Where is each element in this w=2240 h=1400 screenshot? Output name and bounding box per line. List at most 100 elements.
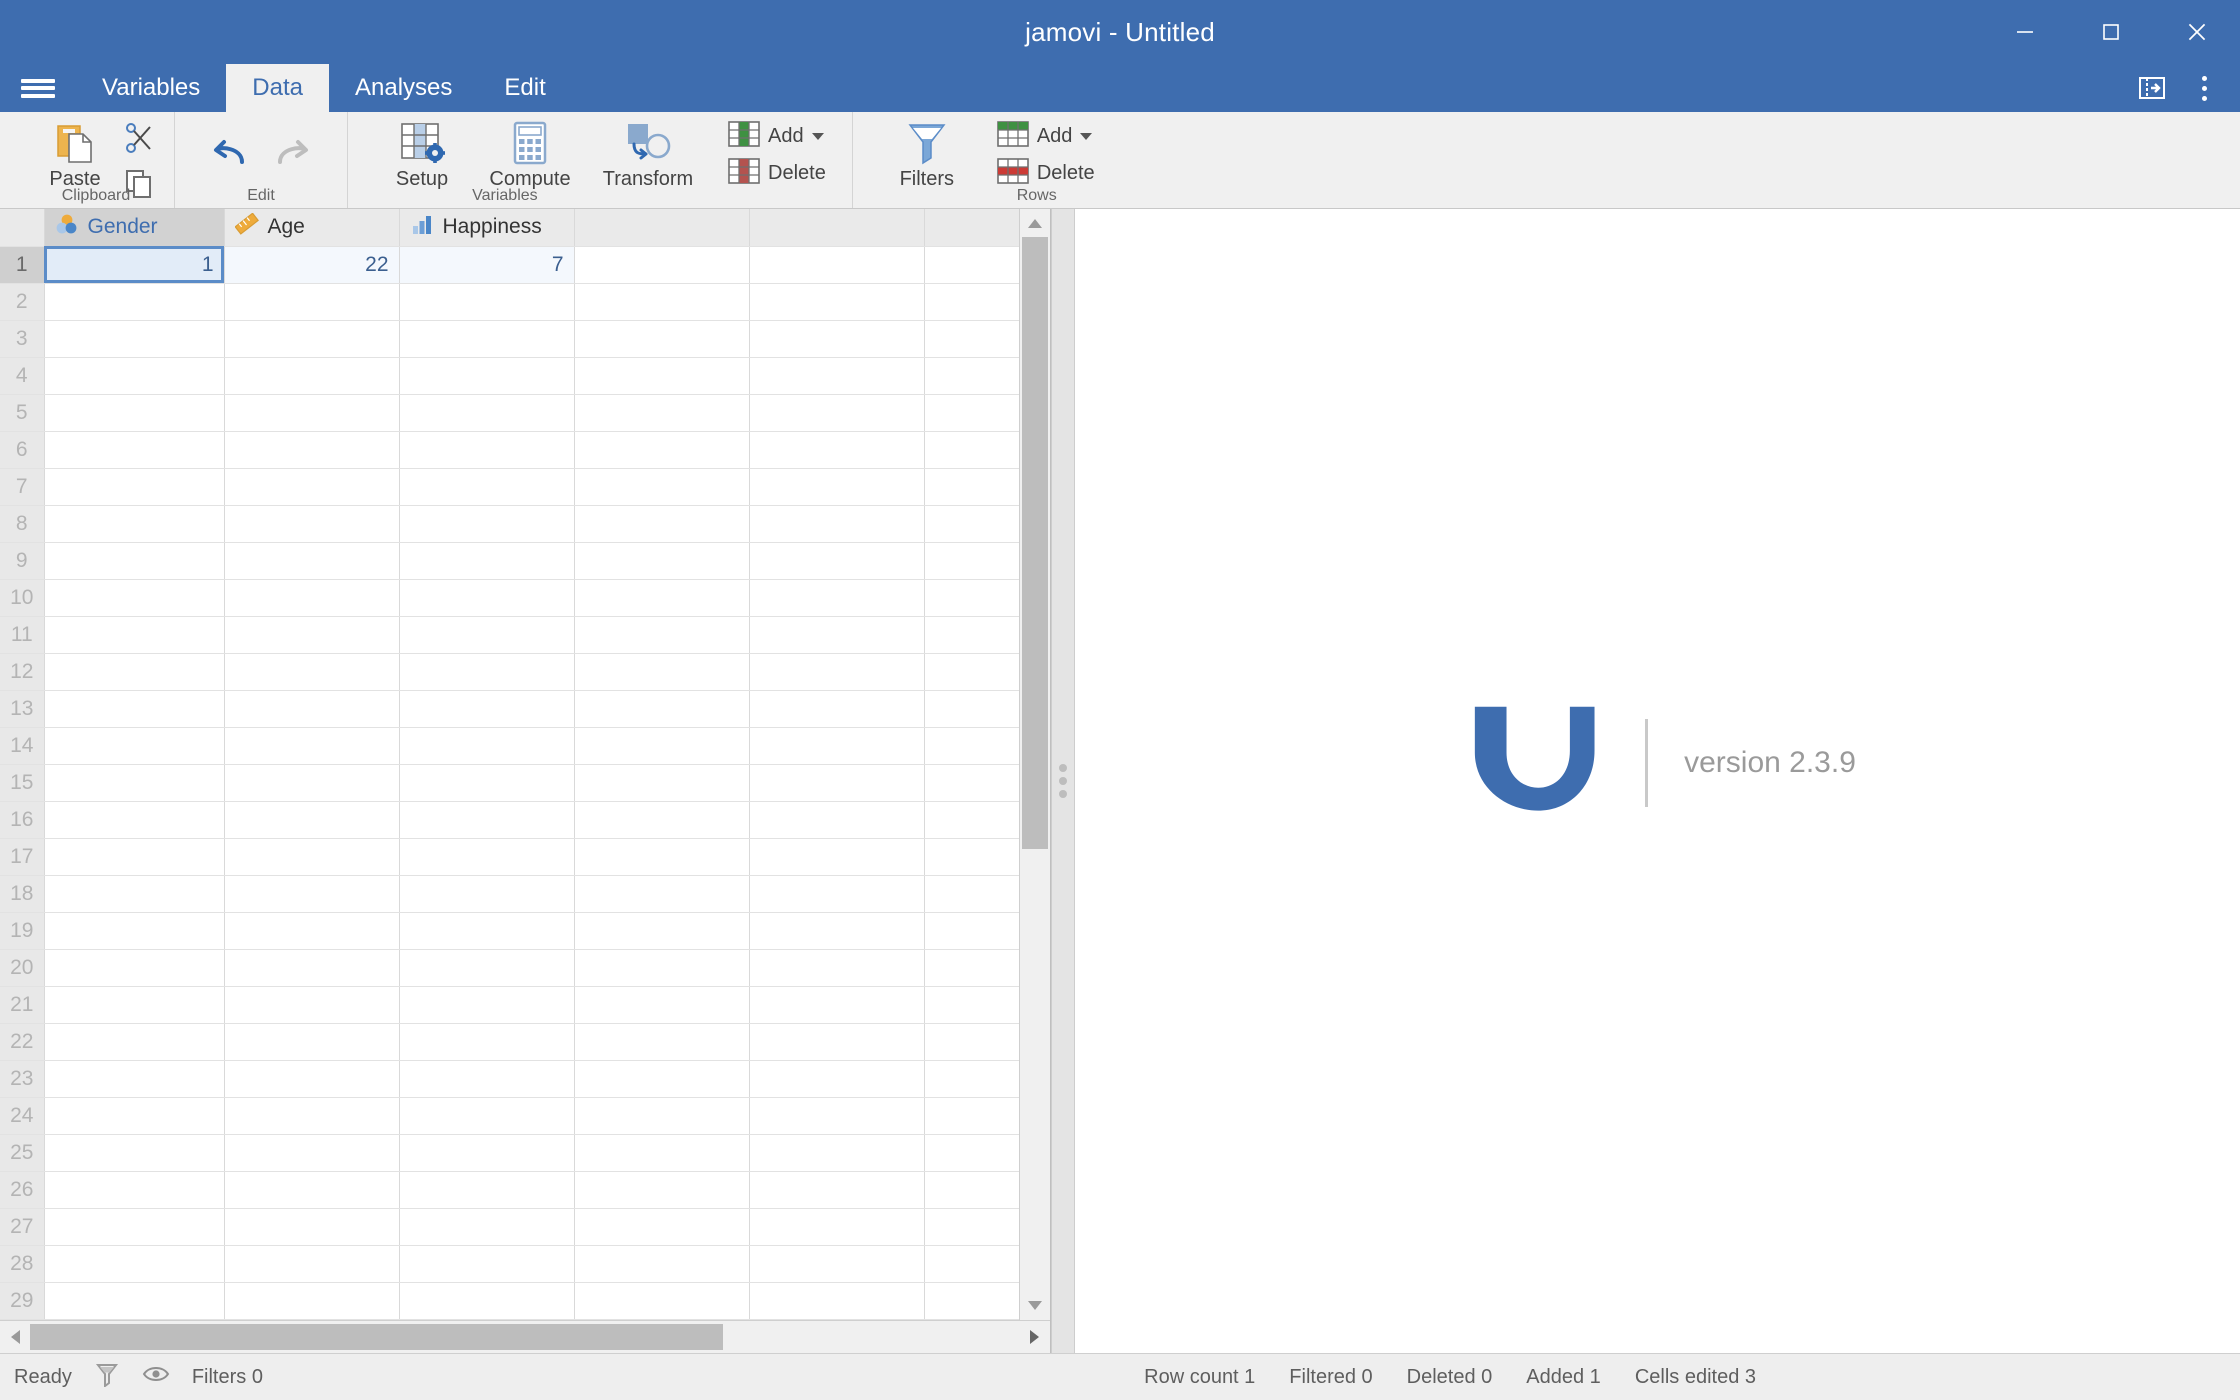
table-cell[interactable] <box>399 875 575 913</box>
table-row[interactable]: 26 <box>0 1171 1019 1209</box>
table-cell[interactable] <box>574 1023 750 1061</box>
table-cell[interactable] <box>399 1023 575 1061</box>
horizontal-scrollbar[interactable] <box>0 1320 1050 1353</box>
table-row[interactable]: 10 <box>0 579 1019 617</box>
table-cell[interactable] <box>44 505 225 543</box>
table-cell[interactable] <box>399 1245 575 1283</box>
table-cell[interactable] <box>44 320 225 358</box>
table-cell[interactable] <box>574 1282 750 1320</box>
table-cell[interactable] <box>574 320 750 358</box>
table-cell[interactable] <box>399 357 575 395</box>
row-header[interactable]: 2 <box>0 283 45 321</box>
table-cell[interactable] <box>224 727 400 765</box>
row-header[interactable]: 18 <box>0 875 45 913</box>
table-cell[interactable] <box>574 1208 750 1246</box>
table-cell[interactable] <box>399 653 575 691</box>
table-cell[interactable] <box>574 542 750 580</box>
table-cell[interactable] <box>224 764 400 802</box>
row-header[interactable]: 17 <box>0 838 45 876</box>
table-cell[interactable] <box>749 838 925 876</box>
table-cell[interactable] <box>749 542 925 580</box>
table-cell[interactable] <box>924 1208 1019 1246</box>
compute-button[interactable]: Compute <box>474 112 586 191</box>
table-cell[interactable] <box>574 394 750 432</box>
table-cell[interactable] <box>924 838 1019 876</box>
table-cell[interactable] <box>574 1097 750 1135</box>
table-cell[interactable] <box>399 1060 575 1098</box>
column-header-empty-3[interactable] <box>924 209 1019 247</box>
row-header[interactable]: 19 <box>0 912 45 950</box>
delete-variable-button[interactable]: Delete <box>724 155 830 192</box>
transform-button[interactable]: Transform <box>586 112 710 191</box>
table-cell[interactable] <box>399 431 575 469</box>
vertical-scroll-track[interactable] <box>1020 237 1050 1292</box>
table-cell[interactable] <box>44 1245 225 1283</box>
tab-analyses[interactable]: Analyses <box>329 64 478 112</box>
table-cell[interactable] <box>44 1097 225 1135</box>
table-row[interactable]: 17 <box>0 838 1019 876</box>
table-cell[interactable] <box>749 653 925 691</box>
table-cell[interactable] <box>749 505 925 543</box>
table-cell[interactable] <box>224 949 400 987</box>
table-row[interactable]: 2 <box>0 283 1019 321</box>
table-cell[interactable] <box>399 912 575 950</box>
table-cell[interactable] <box>224 986 400 1024</box>
table-cell[interactable] <box>924 875 1019 913</box>
table-cell[interactable] <box>224 616 400 654</box>
table-cell[interactable] <box>44 542 225 580</box>
table-cell[interactable] <box>749 320 925 358</box>
row-header[interactable]: 7 <box>0 468 45 506</box>
table-cell[interactable] <box>44 986 225 1024</box>
table-cell[interactable] <box>224 1060 400 1098</box>
row-header[interactable]: 6 <box>0 431 45 469</box>
table-cell[interactable] <box>44 394 225 432</box>
table-cell[interactable] <box>224 1282 400 1320</box>
add-row-button[interactable]: Add <box>993 118 1099 155</box>
table-cell[interactable] <box>399 1208 575 1246</box>
table-cell[interactable] <box>749 986 925 1024</box>
table-cell[interactable] <box>574 912 750 950</box>
table-cell[interactable] <box>224 320 400 358</box>
table-cell[interactable] <box>224 875 400 913</box>
table-row[interactable]: 15 <box>0 764 1019 802</box>
pane-splitter[interactable] <box>1051 209 1075 1353</box>
table-cell[interactable] <box>924 912 1019 950</box>
table-cell[interactable] <box>44 838 225 876</box>
row-header[interactable]: 11 <box>0 616 45 654</box>
table-row[interactable]: 5 <box>0 394 1019 432</box>
table-cell[interactable] <box>399 320 575 358</box>
column-header-age[interactable]: Age <box>224 209 400 247</box>
overflow-menu-icon[interactable] <box>2178 64 2230 112</box>
table-row[interactable]: 7 <box>0 468 1019 506</box>
tab-variables[interactable]: Variables <box>76 64 226 112</box>
table-row[interactable]: 28 <box>0 1245 1019 1283</box>
cut-button[interactable] <box>118 118 160 163</box>
table-cell[interactable] <box>399 949 575 987</box>
table-cell[interactable] <box>749 1060 925 1098</box>
table-cell[interactable] <box>224 801 400 839</box>
funnel-icon[interactable] <box>94 1361 120 1393</box>
column-header-empty-2[interactable] <box>749 209 925 247</box>
table-cell[interactable] <box>749 1097 925 1135</box>
table-cell[interactable] <box>44 690 225 728</box>
table-cell[interactable] <box>224 1134 400 1172</box>
table-cell[interactable] <box>44 468 225 506</box>
table-cell[interactable] <box>44 801 225 839</box>
table-cell[interactable] <box>924 764 1019 802</box>
table-row[interactable]: 9 <box>0 542 1019 580</box>
filters-button[interactable]: Filters <box>875 112 979 191</box>
table-cell[interactable] <box>399 727 575 765</box>
column-header-gender[interactable]: Gender <box>44 209 225 247</box>
minimize-button[interactable] <box>1982 0 2068 64</box>
redo-button[interactable] <box>261 112 319 178</box>
table-cell[interactable] <box>224 468 400 506</box>
table-cell[interactable] <box>924 949 1019 987</box>
vertical-scroll-thumb[interactable] <box>1022 237 1048 849</box>
table-row[interactable]: 23 <box>0 1060 1019 1098</box>
row-header[interactable]: 15 <box>0 764 45 802</box>
eye-icon[interactable] <box>142 1363 170 1391</box>
horizontal-scroll-track[interactable] <box>30 1321 1020 1353</box>
vertical-scrollbar[interactable] <box>1019 209 1050 1320</box>
table-cell[interactable] <box>924 1171 1019 1209</box>
table-cell[interactable] <box>399 468 575 506</box>
